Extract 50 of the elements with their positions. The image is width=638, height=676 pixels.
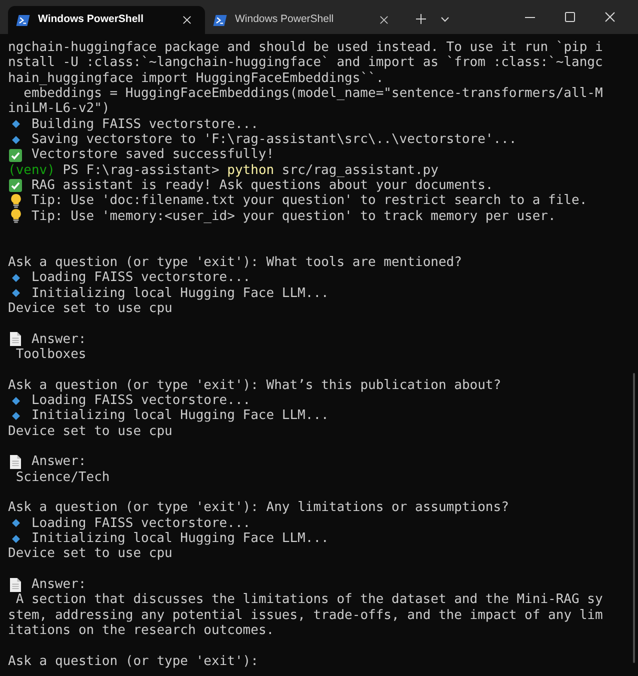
maximize-icon — [565, 12, 575, 22]
success-text: Vectorstore saved successfully! — [31, 147, 274, 163]
terminal-text: Device set to use cpu — [8, 424, 172, 439]
success-text: RAG assistant is ready! Ask questions about your documents. — [31, 178, 494, 194]
terminal-text: Device set to use cpu — [8, 300, 172, 316]
terminal-text: Ask a question (or type 'exit'): Any limitations or assumptions? — [8, 500, 509, 516]
answer-text: Science/Tech — [14, 470, 110, 485]
code-text: embeddings = HuggingFaceEmbeddings(model_name="sentence-transformers/all-MiniLM-L6-v2") — [8, 86, 604, 117]
tab[interactable]: Windows PowerShell — [205, 6, 402, 34]
venv-label: (venv) — [8, 162, 55, 178]
status-text: Initializing local Hugging Face LLM... — [31, 408, 329, 424]
close-icon — [183, 16, 191, 24]
terminal-text: ngchain-huggingface package and should be used instead. To use it run `pip install -U :class:`~langchain-huggingface` and import as `from :class:`~langchain_huggingface import HuggingFaceEmbeddings``. — [8, 40, 604, 86]
checkmark-icon — [9, 148, 22, 162]
command-name: python — [227, 162, 274, 178]
lightbulb-icon — [10, 194, 21, 208]
terminal-icon — [213, 14, 227, 26]
answer-label: Answer: — [31, 332, 86, 347]
status-text: Initializing local Hugging Face LLM... — [31, 286, 329, 301]
tab[interactable]: Windows PowerShell — [8, 6, 205, 34]
terminal-text: Ask a question (or type 'exit'): — [8, 654, 258, 670]
prompt-path: PS F:\rag-assistant> — [62, 162, 220, 178]
status-text: Loading FAISS vectorstore... — [31, 270, 251, 286]
tip-text: Tip: Use 'memory:<user_id> your question' to track memory per user. — [31, 208, 556, 224]
answer-label: Answer: — [31, 577, 86, 592]
lightbulb-icon — [10, 209, 21, 224]
terminal-text: Ask a question (or type 'exit'): What tools are mentioned? — [8, 254, 462, 270]
terminal-text: Device set to use cpu — [8, 546, 172, 562]
minimize-icon — [525, 16, 535, 18]
answer-text: A section that discusses the limitations of the dataset and the Mini-RAG system, addressing any potential issues, trade-offs, and the impact of any limitations on the research outcomes. — [8, 592, 604, 638]
status-text: Loading FAISS vectorstore... — [31, 516, 251, 531]
answer-label: Answer: — [31, 454, 86, 470]
terminal-icon — [16, 14, 30, 26]
command-args: src/rag_assistant.py — [282, 162, 438, 178]
status-text: Loading FAISS vectorstore... — [31, 392, 251, 408]
close-icon — [380, 16, 388, 24]
plus-icon — [416, 14, 426, 24]
tip-text: Tip: Use 'doc:filename.txt your question' to restrict search to a file. — [31, 193, 588, 209]
document-icon — [10, 332, 22, 346]
answer-text: Toolboxes — [14, 346, 86, 362]
document-icon — [10, 454, 22, 469]
scrollbar-thumb[interactable] — [633, 373, 635, 663]
document-icon — [10, 578, 22, 592]
close-icon — [605, 12, 615, 22]
status-text: Saving vectorstore to 'F:\rag-assistant\src\..\vectorstore'... — [31, 132, 517, 148]
checkmark-icon — [9, 179, 22, 192]
chevron-down-icon — [441, 16, 449, 22]
status-text: Initializing local Hugging Face LLM... — [31, 531, 329, 546]
terminal-text: Ask a question (or type 'exit'): What’s this publication about? — [8, 378, 502, 393]
status-text: Building FAISS vectorstore... — [31, 116, 258, 132]
